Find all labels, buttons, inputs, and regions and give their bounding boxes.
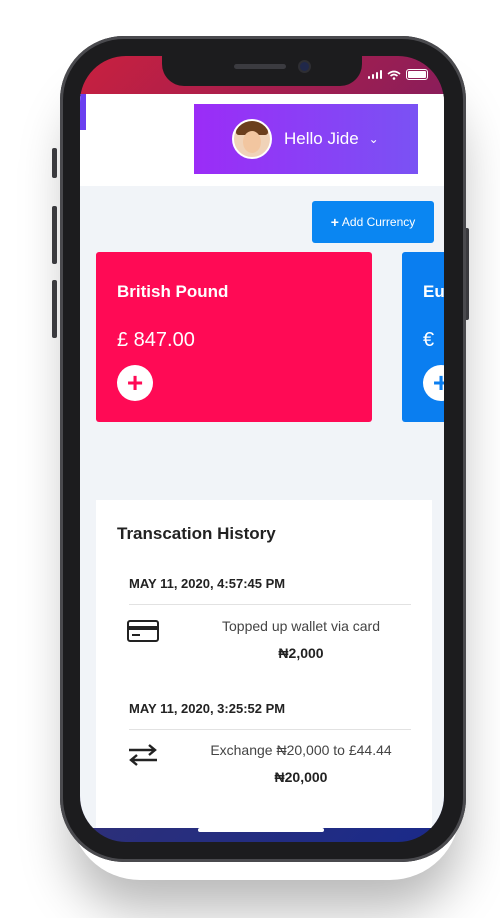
wallet-card-eur[interactable]: Eu € +	[402, 252, 444, 422]
app-content: Hello Jide ⌄ + Add Currency British Poun…	[80, 94, 444, 828]
top-bar: Hello Jide ⌄	[80, 94, 444, 186]
add-funds-plus-icon[interactable]: +	[117, 365, 153, 401]
avatar	[232, 119, 272, 159]
volume-up-button	[52, 206, 57, 264]
menu-accent-bar[interactable]	[80, 94, 86, 130]
transaction-date: MAY 11, 2020, 3:25:52 PM	[129, 701, 286, 716]
camera-icon	[300, 62, 309, 71]
exchange-arrows-icon	[129, 744, 157, 766]
home-indicator[interactable]	[198, 828, 324, 832]
notch	[162, 56, 362, 86]
greeting-text: Hello Jide	[284, 129, 359, 148]
mute-switch	[52, 148, 57, 178]
add-currency-label: Add Currency	[341, 215, 416, 229]
volume-down-button	[52, 280, 57, 338]
transaction-description: Exchange ₦20,000 to £44.44	[210, 742, 392, 758]
wallet-name: British Pound	[117, 282, 229, 301]
wallet-name: Eu	[423, 282, 444, 301]
chevron-down-icon: ⌄	[368, 132, 379, 146]
signal-icon	[367, 70, 382, 79]
wallet-card-gbp[interactable]: British Pound £ 847.00 +	[96, 252, 372, 422]
divider	[129, 604, 411, 605]
wallet-balance: €	[423, 329, 435, 351]
transaction-history-panel: Transcation History MAY 11, 2020, 4:57:4…	[96, 500, 432, 828]
status-bar	[367, 69, 428, 80]
transaction-date: MAY 11, 2020, 4:57:45 PM	[129, 576, 286, 591]
credit-card-icon	[127, 620, 159, 642]
speaker-grille	[234, 64, 286, 69]
wallet-balance: £ 847.00	[117, 329, 195, 351]
user-menu[interactable]: Hello Jide ⌄	[194, 104, 418, 174]
add-currency-button[interactable]: + Add Currency	[312, 201, 434, 243]
phone-screen: Hello Jide ⌄ + Add Currency British Poun…	[80, 56, 444, 842]
wifi-icon	[387, 70, 401, 80]
transaction-amount: ₦20,000	[274, 769, 328, 785]
transaction-amount: ₦2,000	[278, 645, 324, 661]
plus-icon: +	[330, 214, 339, 230]
section-title: Transcation History	[117, 524, 276, 543]
add-funds-plus-icon[interactable]: +	[423, 365, 444, 401]
battery-icon	[406, 69, 428, 80]
transaction-description: Topped up wallet via card	[222, 618, 380, 634]
divider	[129, 729, 411, 730]
